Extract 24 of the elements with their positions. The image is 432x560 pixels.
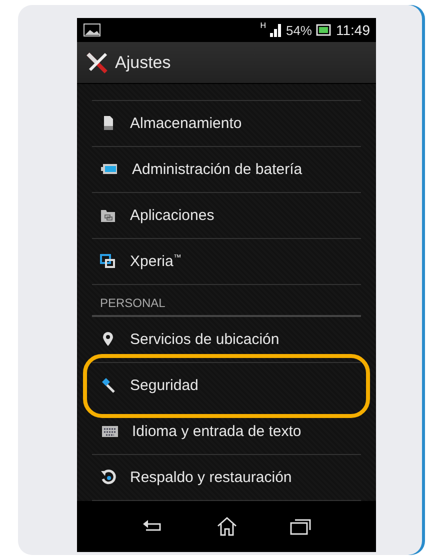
settings-item[interactable]: Aplicaciones [92, 192, 361, 239]
key-icon [100, 377, 116, 394]
battery-icon [316, 24, 332, 36]
recent-apps-icon [290, 517, 312, 536]
folder-icon [100, 207, 116, 224]
settings-item[interactable]: Almacenamiento [92, 100, 361, 147]
signal-icon [270, 23, 282, 38]
battery-percent: 54% [286, 22, 312, 38]
settings-item[interactable]: Servicios de ubicación [92, 316, 361, 363]
screen-title: Ajustes [115, 52, 171, 73]
home-icon [216, 516, 238, 536]
settings-item[interactable]: Idioma y entrada de texto [92, 408, 361, 455]
clock-time: 11:49 [336, 22, 370, 38]
location-pin-icon [100, 331, 116, 348]
network-type: H [260, 21, 266, 30]
settings-item[interactable]: Xperia$^{™}$ [92, 238, 361, 285]
restore-icon [100, 469, 116, 486]
tools-icon [85, 50, 109, 75]
settings-item[interactable]: Administración de batería [92, 146, 361, 193]
windows-icon [100, 253, 116, 270]
image-icon [83, 23, 101, 38]
settings-item[interactable]: Seguridad [92, 362, 361, 409]
keyboard-icon [100, 423, 118, 440]
section-header: PERSONAL [100, 296, 166, 310]
